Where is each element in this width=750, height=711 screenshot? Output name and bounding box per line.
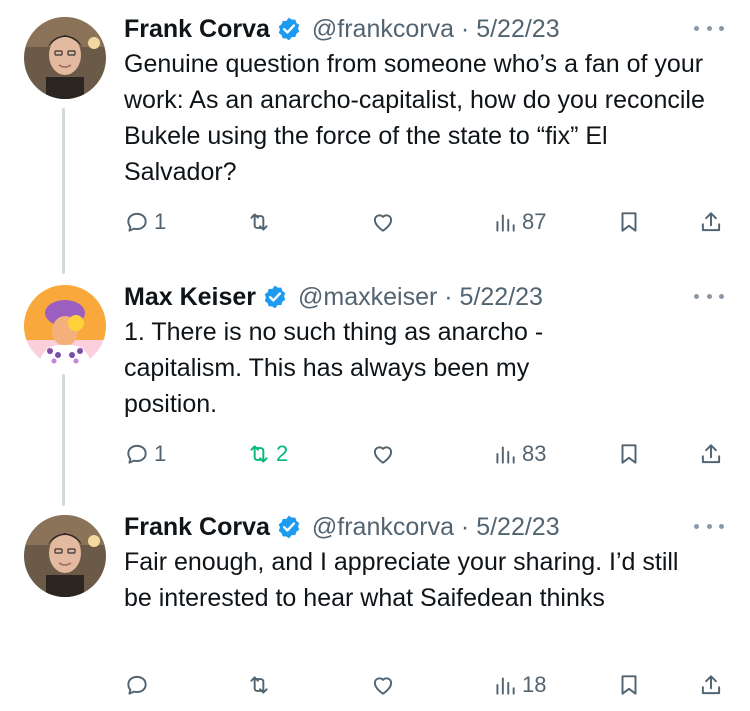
like-icon: [373, 677, 393, 695]
tweet[interactable]: Max Keiser @maxkeiser · 5/22/23 1. There…: [0, 278, 750, 488]
views-button[interactable]: 83: [492, 434, 546, 474]
like-icon: [373, 446, 393, 464]
tweet-date[interactable]: 5/22/23: [460, 283, 543, 311]
retweet-icon: [250, 445, 268, 463]
display-name[interactable]: Frank Corva: [124, 15, 270, 44]
reply-icon: [127, 212, 147, 232]
tweet-text: Fair enough, and I appreciate your shari…: [124, 548, 679, 612]
views-count: 87: [522, 209, 547, 234]
reply-count: 1: [154, 209, 167, 234]
reply-icon: [127, 675, 147, 695]
like-icon: [373, 214, 393, 232]
tweet-actions: 1 2 83: [0, 434, 750, 474]
views-button[interactable]: 18: [492, 665, 546, 705]
views-icon: [496, 446, 515, 464]
avatar[interactable]: [24, 285, 106, 367]
tweet-header: Frank Corva @frankcorva · 5/22/23: [124, 10, 560, 48]
share-button[interactable]: [698, 665, 724, 705]
tweet-header: Frank Corva @frankcorva · 5/22/23: [124, 508, 560, 546]
bookmark-icon: [621, 675, 637, 695]
user-handle[interactable]: @frankcorva: [312, 15, 454, 43]
tweet-actions: 18: [0, 665, 750, 705]
separator-dot: ·: [453, 14, 477, 43]
views-icon: [496, 677, 515, 695]
like-button[interactable]: [370, 665, 396, 705]
bookmark-button[interactable]: [616, 434, 642, 474]
retweet-icon: [250, 213, 268, 231]
tweet[interactable]: Frank Corva @frankcorva · 5/22/23 Fair e…: [0, 508, 750, 708]
like-button[interactable]: [370, 202, 396, 242]
tweet-actions: 1 87: [0, 202, 750, 242]
more-options-icon[interactable]: [694, 20, 724, 36]
avatar[interactable]: [24, 17, 106, 99]
tweet-text: Genuine question from someone who’s a fa…: [124, 50, 705, 186]
share-button[interactable]: [698, 434, 724, 474]
retweet-button[interactable]: [246, 202, 272, 242]
more-options-icon[interactable]: [694, 518, 724, 534]
display-name[interactable]: Max Keiser: [124, 283, 256, 312]
share-icon: [701, 444, 721, 464]
tweet-date[interactable]: 5/22/23: [476, 15, 559, 43]
tweet-header: Max Keiser @maxkeiser · 5/22/23: [124, 278, 543, 316]
reply-button[interactable]: 1: [124, 202, 166, 242]
retweet-button[interactable]: [246, 665, 272, 705]
views-count: 18: [522, 672, 547, 697]
user-handle[interactable]: @frankcorva: [312, 513, 454, 541]
separator-dot: ·: [453, 512, 477, 541]
retweet-icon: [250, 676, 268, 694]
share-icon: [701, 675, 721, 695]
bookmark-icon: [621, 444, 637, 464]
bookmark-icon: [621, 212, 637, 232]
display-name[interactable]: Frank Corva: [124, 513, 270, 542]
views-icon: [496, 214, 515, 232]
retweet-button[interactable]: 2: [246, 434, 288, 474]
reply-count: 1: [154, 441, 167, 466]
separator-dot: ·: [437, 282, 460, 311]
like-button[interactable]: [370, 434, 396, 474]
verified-badge-icon: [262, 284, 288, 310]
verified-badge-icon: [276, 514, 302, 540]
retweet-count: 2: [276, 441, 289, 466]
views-button[interactable]: 87: [492, 202, 546, 242]
user-handle[interactable]: @maxkeiser: [298, 283, 437, 311]
tweet[interactable]: Frank Corva @frankcorva · 5/22/23 Genuin…: [0, 10, 750, 250]
views-count: 83: [522, 441, 547, 466]
share-icon: [701, 212, 721, 232]
reply-icon: [127, 444, 147, 464]
bookmark-button[interactable]: [616, 202, 642, 242]
verified-badge-icon: [276, 16, 302, 42]
tweet-date[interactable]: 5/22/23: [476, 513, 559, 541]
reply-button[interactable]: [124, 665, 150, 705]
tweet-text: 1. There is no such thing as anarcho -ca…: [124, 318, 544, 418]
more-options-icon[interactable]: [694, 288, 724, 304]
bookmark-button[interactable]: [616, 665, 642, 705]
reply-button[interactable]: 1: [124, 434, 166, 474]
share-button[interactable]: [698, 202, 724, 242]
avatar[interactable]: [24, 515, 106, 597]
